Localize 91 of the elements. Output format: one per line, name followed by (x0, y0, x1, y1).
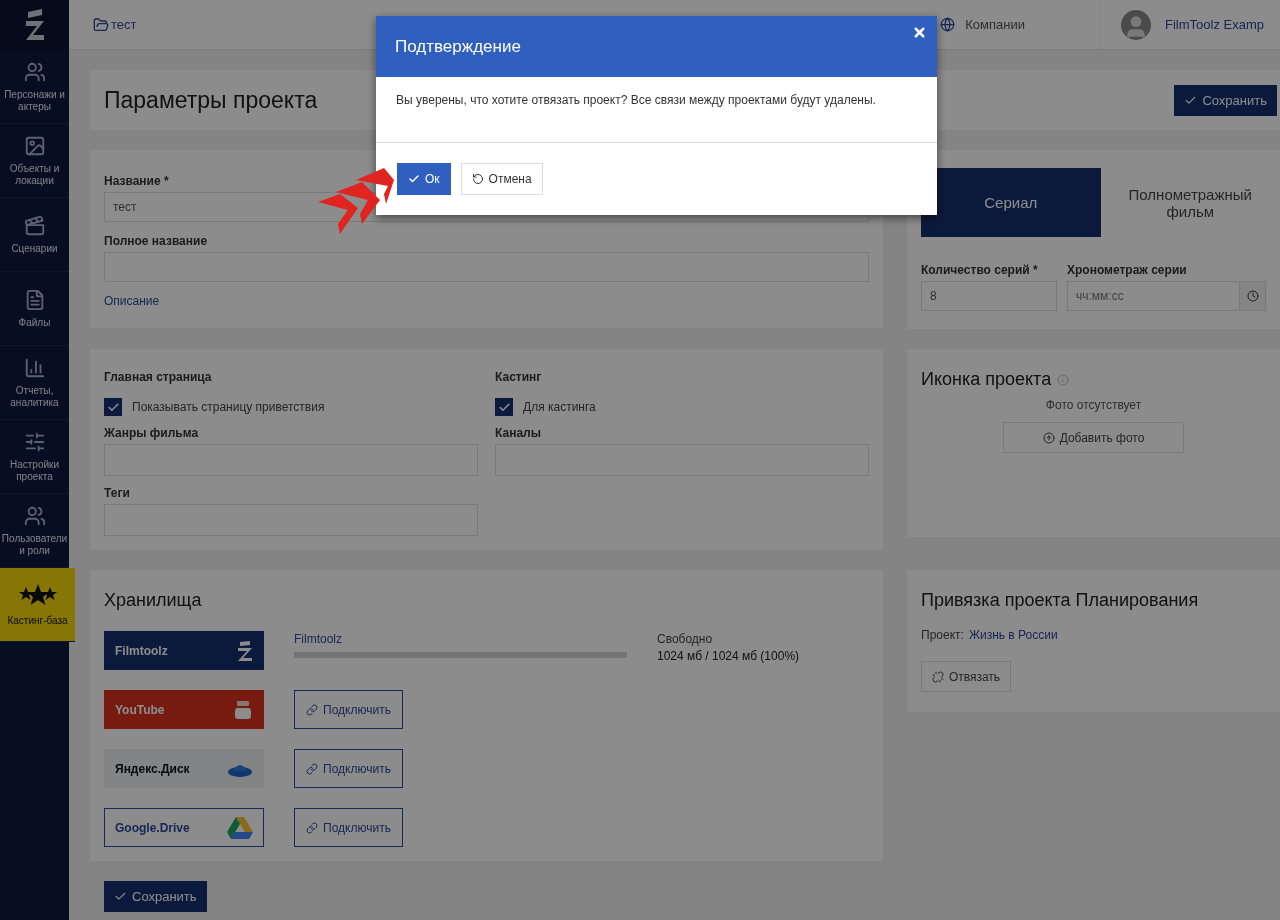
close-icon (912, 25, 927, 40)
upload-icon (1042, 431, 1055, 444)
type-tab[interactable]: Сериал (921, 168, 1101, 237)
project-label: Проект: (921, 628, 964, 642)
companies-link[interactable]: Компании (940, 0, 1101, 49)
storage-name: YouTube (115, 702, 165, 717)
triangle-drive-icon (227, 816, 253, 839)
checkbox-label: Показывать страницу приветствия (132, 400, 325, 414)
connect-button[interactable]: Подключить (294, 690, 403, 729)
sidebar-icon (23, 430, 46, 453)
project-link[interactable]: Жизнь в России (968, 628, 1058, 642)
sidebar-label: Настройки проекта (8, 458, 60, 483)
add-photo-button[interactable]: Добавить фото (1003, 422, 1184, 453)
avatar[interactable] (1121, 9, 1151, 40)
cancel-button[interactable]: Отмена (460, 163, 543, 195)
text-field[interactable]: 8 (921, 281, 1057, 311)
sidebar-icon (23, 134, 46, 157)
breadcrumb-link[interactable]: тест (93, 16, 137, 33)
sidebar-item[interactable]: Объекты и локации (0, 124, 69, 198)
check-icon (497, 400, 511, 414)
check-icon (408, 173, 420, 185)
connect-button[interactable]: Подключить (294, 749, 403, 788)
storage-tile[interactable]: Google.Drive (104, 808, 264, 847)
sidebar-label: Объекты и локации (8, 162, 61, 187)
section-heading: Главная страница (104, 370, 212, 384)
section-title: Иконка проекта (921, 369, 1052, 390)
storage-name: Google.Drive (115, 820, 190, 835)
user-name[interactable]: FilmToolz Examp (1165, 17, 1280, 32)
description-link[interactable]: Описание (104, 294, 160, 308)
dialog-message: Вы уверены, что хотите отвязать проект? Все связи между проектами будут удалены. (396, 93, 876, 107)
check-icon (114, 890, 127, 903)
free-label: Свободно (657, 632, 714, 646)
free-value: 1024 мб / 1024 мб (100%) (657, 649, 800, 663)
undo-icon (471, 173, 484, 185)
z-logo-icon (237, 640, 253, 661)
time-field[interactable]: чч:мм:сс (1067, 281, 1240, 311)
link-icon (306, 762, 319, 775)
empty-photo-text: Фото отсутствует (1045, 398, 1142, 412)
sidebar-icon (23, 504, 46, 527)
section-heading: Кастинг (495, 370, 542, 384)
sidebar-label: Файлы (18, 316, 51, 329)
checkbox[interactable] (495, 398, 513, 416)
time-addon[interactable] (1240, 281, 1266, 311)
sidebar-label: Персонажи и актеры (3, 88, 66, 113)
unlink-button[interactable]: Отвязать (921, 661, 1011, 692)
sidebar-icon (23, 60, 46, 83)
field-label: Количество серий * (921, 263, 1038, 277)
ok-button[interactable]: Ок (397, 163, 451, 195)
dialog-title: Подтверждение (395, 36, 521, 57)
close-button[interactable] (912, 25, 927, 40)
sidebar-label: Кастинг-база (7, 614, 68, 627)
z-logo-icon (23, 9, 46, 41)
field-label: Жанры фильма (104, 426, 199, 440)
storage-name: Filmtoolz (115, 643, 168, 658)
checkbox-label: Для кастинга (523, 400, 596, 414)
checkbox[interactable] (104, 398, 122, 416)
sidebar-label: Сценарии (11, 242, 58, 255)
sidebar-icon (23, 214, 46, 237)
save-button[interactable]: Сохранить (1174, 84, 1277, 116)
unlink-icon (931, 670, 944, 683)
sidebar-item[interactable]: Файлы (0, 272, 69, 346)
save-button[interactable]: Сохранить (104, 881, 207, 912)
clock-icon (1246, 290, 1259, 302)
field-label: Название * (104, 174, 169, 188)
connect-button[interactable]: Подключить (294, 808, 403, 847)
storage-tile[interactable]: Яндекс.Диск (104, 749, 264, 788)
storage-tile[interactable]: Filmtoolz (104, 631, 264, 670)
page-title: Параметры проекта (104, 86, 318, 114)
sidebar-label: Отчеты, аналитика (9, 384, 60, 409)
sidebar-item[interactable]: Персонажи и актеры (0, 50, 69, 124)
storage-label: Filmtoolz (294, 632, 343, 646)
link-icon (306, 703, 319, 716)
section-title: Привязка проекта Планирования (921, 590, 1200, 611)
field-label: Хронометраж серии (1067, 263, 1187, 277)
storage-tile[interactable]: YouTube (104, 690, 264, 729)
info-icon (1057, 373, 1070, 386)
sidebar-item[interactable]: Кастинг-база (0, 568, 75, 642)
sidebar-item[interactable]: Настройки проекта (0, 420, 69, 494)
field-label: Полное название (104, 234, 208, 248)
field-label: Теги (104, 486, 130, 500)
link-icon (306, 821, 319, 834)
section-title: Хранилища (104, 590, 203, 611)
check-icon (106, 400, 120, 414)
sidebar-icon (23, 356, 46, 379)
globe-icon (940, 17, 956, 32)
sidebar-item[interactable]: Сценарии (0, 198, 69, 272)
sidebar-item[interactable]: Отчеты, аналитика (0, 346, 69, 420)
field-label: Каналы (495, 426, 541, 440)
storage-name: Яндекс.Диск (115, 761, 190, 776)
sidebar-label: Пользователи и роли (0, 532, 69, 557)
folder-icon (93, 16, 109, 33)
